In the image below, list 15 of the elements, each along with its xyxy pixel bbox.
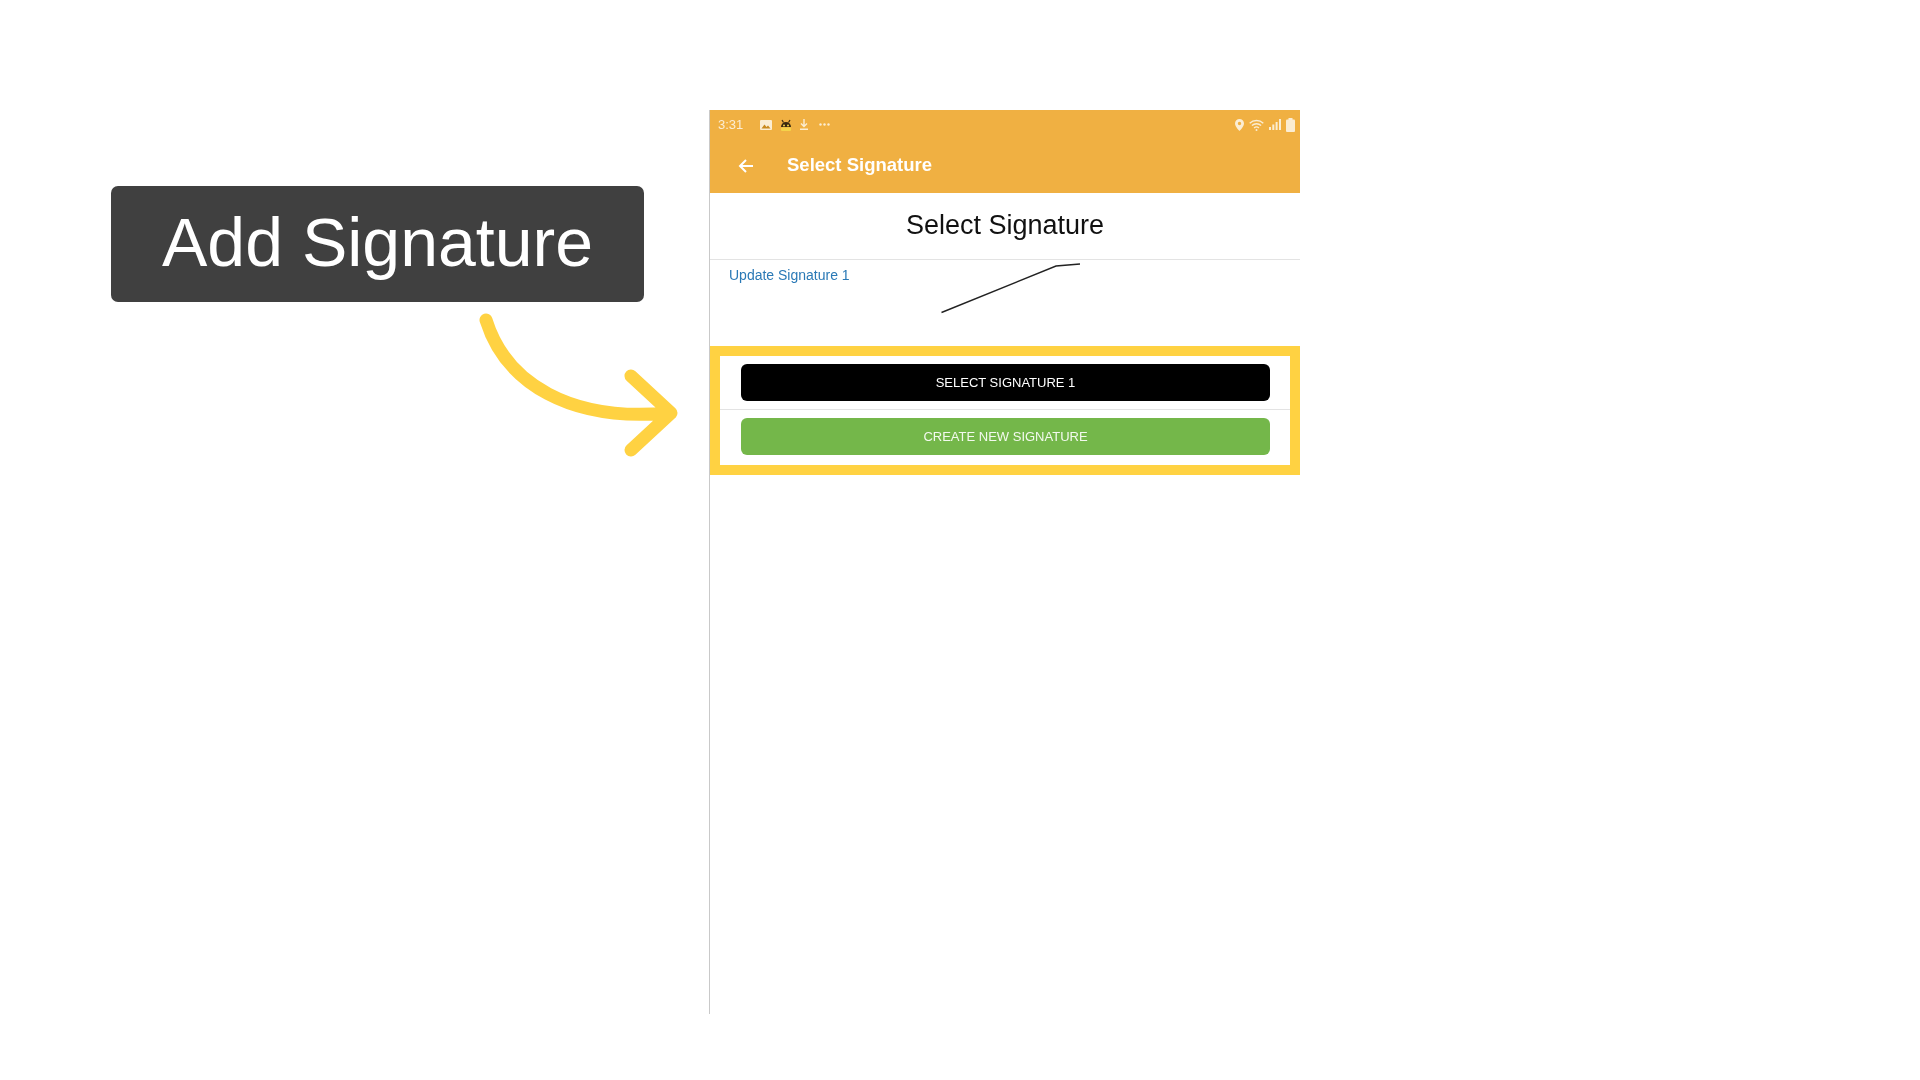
battery-icon [1286, 117, 1295, 132]
wifi-icon [1249, 118, 1264, 131]
app-bar-title: Select Signature [787, 155, 932, 175]
status-time: 3:31 [718, 118, 744, 131]
picture-icon [760, 119, 773, 130]
page-heading: Select Signature [905, 211, 1105, 241]
back-arrow-icon [738, 159, 754, 173]
select-signature-button[interactable]: SELECT SIGNATURE 1 [741, 364, 1270, 401]
download-icon [800, 119, 809, 130]
location-pin-icon [1235, 118, 1244, 131]
more-icon [819, 123, 831, 126]
update-signature-link[interactable]: Update Signature 1 [729, 267, 850, 284]
signal-icon [1269, 119, 1281, 130]
callout-label: Add Signature [111, 186, 644, 302]
robot-icon [779, 118, 794, 131]
